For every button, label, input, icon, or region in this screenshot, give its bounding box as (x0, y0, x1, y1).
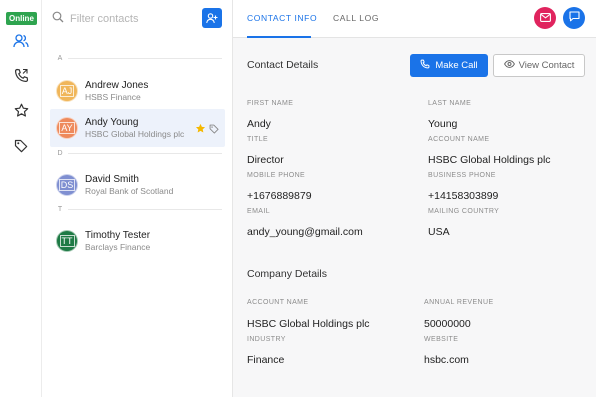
contact-list-item[interactable]: DS David Smith Royal Bank of Scotland (50, 166, 225, 204)
website-value[interactable]: hsbc.com (424, 354, 469, 366)
mailing-country-label: MAILING COUNTRY (428, 208, 500, 215)
phone-icon (420, 59, 430, 72)
account-name-value: HSBC Global Holdings plc (428, 154, 551, 166)
contact-company: Royal Bank of Scotland (85, 186, 174, 196)
contact-detail-panel: CONTACT INFO CALL LOG Contact Details Ma… (233, 0, 596, 397)
first-name-value: Andy (247, 118, 271, 130)
company-account-name-value: HSBC Global Holdings plc (247, 318, 370, 330)
view-contact-label: View Contact (518, 60, 575, 71)
contact-name: Andrew Jones (85, 80, 149, 91)
chat-icon (568, 9, 580, 27)
tab-bar: CONTACT INFO CALL LOG (233, 0, 596, 38)
last-name-label: LAST NAME (428, 100, 472, 107)
letter-divider-a: A (52, 53, 222, 63)
group-letter: D (57, 149, 63, 157)
contact-company: HSBC Global Holdings plc (85, 129, 185, 139)
title-label: TITLE (247, 136, 269, 143)
contact-list-item[interactable]: AJ Andrew Jones HSBS Finance (50, 72, 225, 110)
annual-revenue-value: 50000000 (424, 318, 471, 330)
email-label: EMAIL (247, 208, 271, 215)
contact-details-title: Contact Details (247, 59, 319, 71)
mailing-country-value: USA (428, 226, 450, 238)
email-value[interactable]: andy_young@gmail.com (247, 226, 363, 238)
avatar: AY (56, 117, 78, 139)
contact-list-item[interactable]: TT Timothy Tester Barclays Finance (50, 222, 225, 260)
add-contact-button[interactable] (202, 8, 222, 28)
industry-label: INDUSTRY (247, 336, 286, 343)
contact-name: Andy Young (85, 117, 139, 128)
avatar: TT (56, 230, 78, 252)
business-phone-value[interactable]: +14158303899 (428, 190, 498, 202)
avatar: AJ (56, 80, 78, 102)
left-rail: Online (0, 0, 42, 397)
contact-company: HSBS Finance (85, 92, 141, 102)
letter-divider-t: T (52, 204, 222, 214)
business-phone-label: BUSINESS PHONE (428, 172, 496, 179)
mail-icon (539, 9, 551, 27)
favorite-star-icon[interactable] (195, 121, 206, 139)
letter-divider-d: D (52, 148, 222, 158)
search-bar[interactable] (52, 9, 202, 29)
group-letter: T (57, 205, 63, 213)
annual-revenue-label: ANNUAL REVENUE (424, 299, 494, 306)
make-call-label: Make Call (435, 60, 478, 71)
call-history-icon[interactable] (11, 65, 31, 85)
first-name-label: FIRST NAME (247, 100, 294, 107)
tab-call-log[interactable]: CALL LOG (333, 13, 379, 23)
title-value: Director (247, 154, 284, 166)
filter-contacts-input[interactable] (70, 13, 190, 25)
contact-company: Barclays Finance (85, 242, 151, 252)
star-icon[interactable] (11, 100, 31, 120)
make-call-button[interactable]: Make Call (410, 54, 488, 77)
active-tab-indicator (247, 36, 311, 38)
company-details-title: Company Details (247, 268, 327, 280)
email-button[interactable] (534, 7, 556, 29)
website-label: WEBSITE (424, 336, 459, 343)
contact-list-panel: A AJ Andrew Jones HSBS Finance AY Andy Y… (42, 0, 233, 397)
contacts-icon[interactable] (11, 31, 31, 51)
tag-icon[interactable] (11, 136, 31, 156)
industry-value: Finance (247, 354, 285, 366)
contact-list-item-selected[interactable]: AY Andy Young HSBC Global Holdings plc (50, 109, 225, 147)
mobile-phone-value[interactable]: +1676889879 (247, 190, 312, 202)
account-name-label: ACCOUNT NAME (428, 136, 490, 143)
group-letter: A (57, 54, 63, 62)
tab-contact-info[interactable]: CONTACT INFO (247, 13, 317, 23)
search-icon (52, 10, 64, 28)
online-status-badge[interactable]: Online (6, 12, 37, 25)
eye-icon (503, 60, 515, 71)
avatar: DS (56, 174, 78, 196)
chat-button[interactable] (563, 7, 585, 29)
view-contact-button[interactable]: View Contact (493, 54, 585, 77)
company-account-name-label: ACCOUNT NAME (247, 299, 309, 306)
contact-name: David Smith (85, 174, 139, 185)
contact-name: Timothy Tester (85, 230, 151, 241)
tag-icon[interactable] (209, 121, 219, 139)
mobile-phone-label: MOBILE PHONE (247, 172, 306, 179)
last-name-value: Young (428, 118, 458, 130)
